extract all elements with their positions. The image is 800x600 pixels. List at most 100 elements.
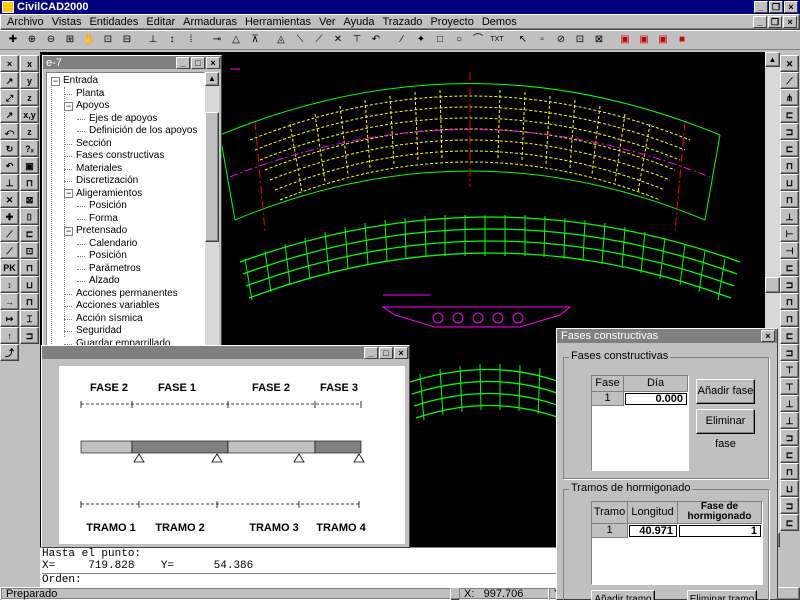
tree-item[interactable]: Forma: [89, 213, 118, 225]
snap-quad-icon[interactable]: ⊏: [780, 140, 799, 157]
tool-k-icon[interactable]: ⊔: [780, 480, 799, 497]
delete-tramo-button[interactable]: Eliminar tramo: [687, 590, 757, 600]
tree-item[interactable]: Calendario: [89, 238, 137, 250]
left1-tool-14-icon[interactable]: →: [0, 293, 19, 310]
scroll-up-arrow-icon[interactable]: ▲: [765, 52, 780, 67]
left2-tool-11-icon[interactable]: ⊡: [20, 242, 39, 259]
mdi-minimize-button[interactable]: _: [753, 16, 767, 28]
marker-icon[interactable]: ⁞: [182, 31, 200, 49]
tree-item[interactable]: Posición: [89, 200, 127, 212]
crossing-select-icon[interactable]: ⊡: [571, 31, 589, 49]
snap-none-icon[interactable]: ⊓: [780, 293, 799, 310]
left2-tool-2-icon[interactable]: z: [20, 89, 39, 106]
restore-button[interactable]: ❐: [769, 1, 783, 13]
left2-tool-8-icon[interactable]: ⊠: [20, 191, 39, 208]
menu-herramientas[interactable]: Herramientas: [241, 16, 315, 28]
tree-close-button[interactable]: ×: [206, 56, 220, 69]
left1-tool-6-icon[interactable]: ↶: [0, 157, 19, 174]
undo-icon[interactable]: ↶: [367, 31, 385, 49]
layer4-icon[interactable]: ■: [673, 31, 691, 49]
tree-scroll-up-icon[interactable]: ▲: [205, 72, 219, 86]
redraw-icon[interactable]: ⊟: [118, 31, 136, 49]
snap-perp-icon[interactable]: ⊥: [780, 208, 799, 225]
close-button[interactable]: ×: [784, 1, 798, 13]
minimize-button[interactable]: _: [754, 1, 768, 13]
menu-entidades[interactable]: Entidades: [85, 16, 142, 28]
left1-tool-9-icon[interactable]: ✚: [0, 208, 19, 225]
point-select-icon[interactable]: ▫: [533, 31, 551, 49]
tramos-row-fase[interactable]: 1: [679, 525, 761, 537]
diagram-window-titlebar[interactable]: _ □ ×: [42, 346, 409, 359]
snap-near-icon[interactable]: ⊣: [780, 242, 799, 259]
left2-tool-6-icon[interactable]: ▣: [20, 157, 39, 174]
menu-vistas[interactable]: Vistas: [48, 16, 86, 28]
section-icon[interactable]: ⊥: [144, 31, 162, 49]
tree-item[interactable]: Acciones variables: [76, 300, 159, 312]
tree-item[interactable]: Posición: [89, 250, 127, 262]
left1-tool-7-icon[interactable]: ⊥: [0, 174, 19, 191]
tree-item[interactable]: Pretensado: [76, 225, 127, 237]
menu-ayuda[interactable]: Ayuda: [339, 16, 378, 28]
fases-dialog-titlebar[interactable]: Fases constructivas ×: [557, 329, 777, 343]
tool-i-icon[interactable]: ⊏: [780, 446, 799, 463]
point-icon[interactable]: ✦: [412, 31, 430, 49]
text-icon[interactable]: TXT: [488, 31, 506, 49]
tree-item[interactable]: Acción sísmica: [76, 313, 143, 325]
tramos-row-longitud[interactable]: 40.971: [629, 525, 677, 537]
tree-item[interactable]: Definición de los apoyos: [89, 125, 197, 137]
triangle-icon[interactable]: △: [227, 31, 245, 49]
diagram-minimize-button[interactable]: _: [364, 346, 378, 359]
snap-mid-icon[interactable]: ⋔: [780, 89, 799, 106]
left1-tool-3-icon[interactable]: ↗: [0, 106, 19, 123]
tree-scroll-thumb[interactable]: [205, 112, 219, 242]
tree-item[interactable]: Alzado: [89, 275, 120, 287]
tramos-grid[interactable]: Tramo Longitud Fase de hormigonado 1 40.…: [591, 501, 763, 585]
snap-int-icon[interactable]: ⊓: [780, 157, 799, 174]
mdi-restore-button[interactable]: ❐: [768, 16, 782, 28]
layer-icon[interactable]: ▣: [616, 31, 634, 49]
left1-tool-17-icon[interactable]: ⤴: [0, 344, 19, 361]
tree-maximize-button[interactable]: □: [191, 56, 205, 69]
tree-item[interactable]: Apoyos: [76, 100, 109, 112]
snap-node-icon[interactable]: ⊐: [780, 123, 799, 140]
select-arrow-icon[interactable]: ↖: [514, 31, 532, 49]
tree-item[interactable]: Fases constructivas: [76, 150, 164, 162]
left2-tool-16-icon[interactable]: ⊐: [20, 327, 39, 344]
tool-h-icon[interactable]: ⊐: [780, 429, 799, 446]
add-phase-button[interactable]: Añadir fase: [696, 379, 755, 404]
tool-a-icon[interactable]: ⊓: [780, 310, 799, 327]
left1-tool-1-icon[interactable]: ↗: [0, 72, 19, 89]
tree-item[interactable]: Acciones permanentes: [76, 288, 178, 300]
scroll-thumb[interactable]: [765, 277, 780, 293]
tool-m-icon[interactable]: ⊏: [780, 514, 799, 531]
left1-tool-8-icon[interactable]: ✕: [0, 191, 19, 208]
zoom-window-icon[interactable]: ⊞: [61, 31, 79, 49]
tree-item[interactable]: Planta: [76, 88, 104, 100]
left2-tool-14-icon[interactable]: ⊓: [20, 293, 39, 310]
node-icon[interactable]: ⊸: [208, 31, 226, 49]
tree-item[interactable]: Sección: [76, 138, 112, 150]
left2-tool-0-icon[interactable]: x: [20, 55, 39, 72]
layer2-icon[interactable]: ▣: [635, 31, 653, 49]
tree-window-titlebar[interactable]: e-7 _ □ ×: [43, 56, 221, 69]
tree-expander-icon[interactable]: −: [64, 189, 73, 198]
left1-tool-10-icon[interactable]: ⟋: [0, 225, 19, 242]
snap-par-icon[interactable]: ⊐: [780, 276, 799, 293]
tree-item[interactable]: Discretización: [76, 175, 138, 187]
diagonal-icon[interactable]: ⟍: [291, 31, 309, 49]
zoom-out-icon[interactable]: ⊖: [42, 31, 60, 49]
left1-tool-12-icon[interactable]: PK: [0, 259, 19, 276]
menu-trazado[interactable]: Trazado: [378, 16, 426, 28]
command-line[interactable]: Hasta el punto: X= 719.828 Y= 54.386 Ord…: [40, 547, 560, 587]
menu-archivo[interactable]: Archivo: [3, 16, 48, 28]
fases-dialog-close-button[interactable]: ×: [761, 330, 775, 342]
lines-icon[interactable]: ⊤: [348, 31, 366, 49]
left1-tool-2-icon[interactable]: ⤢: [0, 89, 19, 106]
left2-tool-4-icon[interactable]: z: [20, 123, 39, 140]
command-prompt[interactable]: Orden:: [42, 573, 560, 586]
triangle2-icon[interactable]: ◬: [272, 31, 290, 49]
slash-icon[interactable]: ⟋: [310, 31, 328, 49]
fence-select-icon[interactable]: ⊠: [590, 31, 608, 49]
window-select-icon[interactable]: ⊘: [552, 31, 570, 49]
tree-item[interactable]: Ejes de apoyos: [89, 113, 157, 125]
